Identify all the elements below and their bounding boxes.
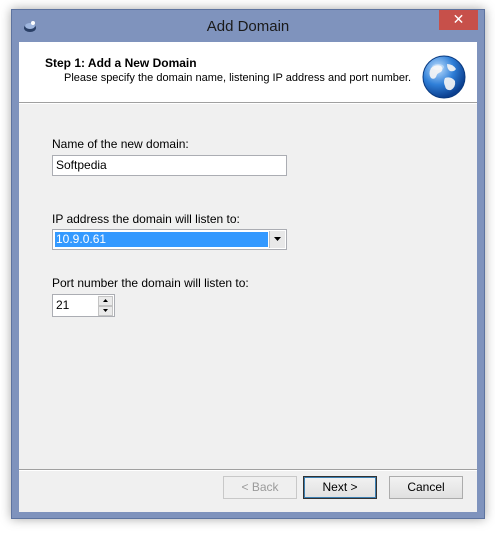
port-value[interactable]: 21 bbox=[56, 298, 69, 312]
window-title: Add Domain bbox=[206, 18, 290, 35]
arrow-up-icon bbox=[103, 299, 108, 302]
domain-name-label: Name of the new domain: bbox=[52, 137, 189, 151]
ip-address-dropdown[interactable]: 10.9.0.61 bbox=[52, 229, 287, 250]
wizard-header: Step 1: Add a New Domain Please specify … bbox=[19, 42, 477, 102]
arrow-down-icon bbox=[103, 309, 108, 312]
domain-name-input[interactable]: Softpedia bbox=[52, 155, 287, 176]
spin-up-button[interactable] bbox=[98, 296, 113, 306]
close-icon: ✕ bbox=[452, 12, 465, 28]
port-stepper[interactable]: 21 bbox=[52, 294, 115, 317]
next-button[interactable]: Next > bbox=[303, 476, 377, 499]
back-button[interactable]: < Back bbox=[223, 476, 297, 499]
ip-address-label: IP address the domain will listen to: bbox=[52, 212, 240, 226]
step-description: Please specify the domain name, listenin… bbox=[64, 72, 412, 84]
dialog-body: Step 1: Add a New Domain Please specify … bbox=[19, 42, 477, 512]
globe-icon bbox=[422, 55, 466, 99]
close-button[interactable]: ✕ bbox=[439, 10, 478, 30]
cancel-button[interactable]: Cancel bbox=[389, 476, 463, 499]
ip-address-selected: 10.9.0.61 bbox=[55, 232, 268, 247]
port-label: Port number the domain will listen to: bbox=[52, 276, 249, 290]
add-domain-window: Add Domain ✕ Step 1: Add a New Domain Pl… bbox=[11, 9, 485, 519]
dropdown-button[interactable] bbox=[269, 231, 285, 248]
title-bar[interactable]: Add Domain ✕ bbox=[12, 10, 484, 42]
header-divider-highlight bbox=[19, 103, 477, 104]
footer-divider-highlight bbox=[19, 470, 477, 471]
step-title: Step 1: Add a New Domain bbox=[45, 56, 197, 70]
spin-down-button[interactable] bbox=[98, 306, 113, 316]
chevron-down-icon bbox=[274, 237, 281, 241]
